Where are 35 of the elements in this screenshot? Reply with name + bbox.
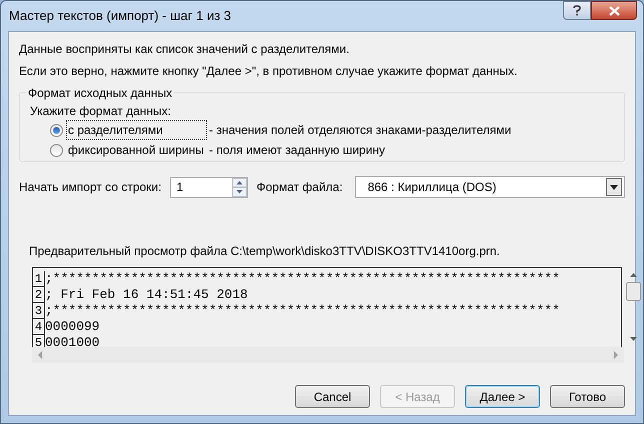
row-number: 4 (33, 319, 45, 335)
preview-line: 0001000 (45, 335, 100, 347)
radio-label[interactable]: фиксированной ширины (66, 140, 207, 160)
preview-line: ; Fri Feb 16 14:51:45 2018 (45, 287, 248, 303)
preview-line: ;***************************************************************** (45, 271, 560, 287)
dialog-button[interactable]: Cancel (295, 385, 370, 408)
file-format-label: Формат файла: (256, 179, 343, 196)
close-icon (608, 6, 620, 16)
intro-text: Данные восприняты как список значений с разделителями. (19, 41, 350, 58)
spinner-arrows-icon (232, 178, 248, 196)
file-format-dropdown[interactable]: 866 : Кириллица (DOS) (354, 176, 625, 198)
option-description: - значения полей отделяются знаками-разделителями (209, 122, 512, 139)
radio-label[interactable]: с разделителями (66, 120, 207, 140)
start-row-spinner[interactable]: 1 (170, 176, 248, 198)
preview-label: Предварительный просмотр файла C:\temp\work\disko3TTV\DISKO3TTV1410org.prn. (29, 243, 501, 259)
start-row-label: Начать импорт со строки: (19, 179, 162, 196)
radio-button[interactable] (50, 144, 63, 156)
row-number: 3 (33, 303, 45, 319)
preview-line: ;***************************************************************** (45, 303, 560, 319)
horizontal-scrollbar[interactable] (32, 347, 624, 363)
window-title: Мастер текстов (импорт) - шаг 1 из 3 (9, 7, 232, 26)
close-button[interactable] (591, 1, 637, 20)
format-prompt: Укажите формат данных: (30, 103, 172, 119)
help-icon (573, 5, 581, 16)
dropdown-value: 866 : Кириллица (DOS) (366, 179, 498, 196)
dialog-button[interactable]: Готово (550, 385, 625, 408)
intro-text: Если это верно, нажмите кнопку "Далее >", в противном случае укажите формат данных. (19, 63, 518, 80)
spinner-value: 1 (175, 179, 184, 196)
dialog-button[interactable]: Далее > (465, 385, 540, 408)
row-number: 2 (33, 287, 45, 303)
preview-line: 0000099 (45, 319, 100, 335)
radio-button[interactable] (50, 124, 63, 136)
help-button[interactable] (563, 1, 591, 20)
option-description: - поля имеют заданную ширину (209, 142, 386, 159)
row-number: 1 (33, 271, 45, 287)
